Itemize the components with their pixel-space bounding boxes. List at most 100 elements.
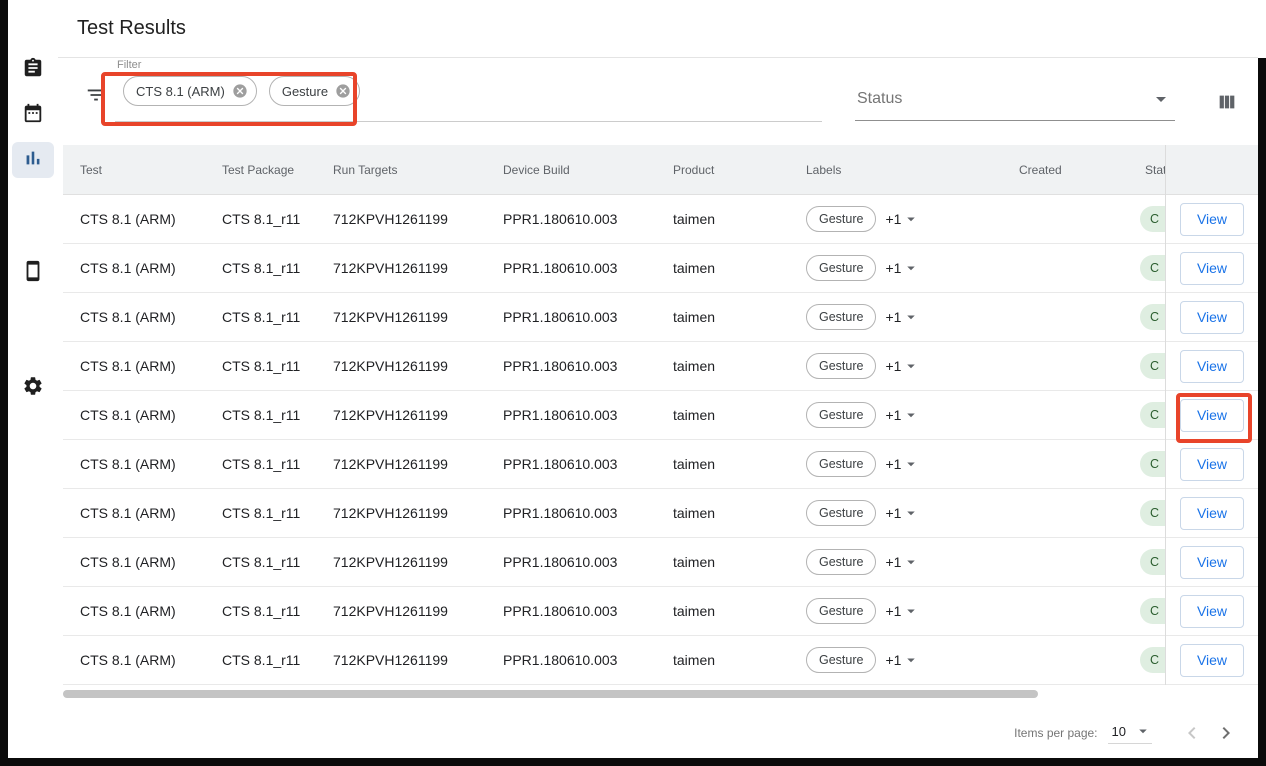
view-button[interactable]: View [1180, 301, 1244, 334]
assignment-icon [22, 57, 44, 84]
paginator: Items per page: 10 [58, 711, 1258, 755]
action-cell: View [1166, 195, 1258, 244]
table-header-row: TestTest PackageRun TargetsDevice BuildP… [63, 145, 1165, 195]
cell-status: C [1128, 195, 1165, 243]
column-header-test-package[interactable]: Test Package [205, 145, 316, 194]
cell-test: CTS 8.1 (ARM) [63, 293, 205, 341]
view-button[interactable]: View [1180, 497, 1244, 530]
cell-test: CTS 8.1 (ARM) [63, 538, 205, 586]
status-chip: C [1140, 451, 1165, 477]
action-cell: View [1166, 244, 1258, 293]
cell-product: taimen [656, 244, 789, 292]
view-columns-icon[interactable] [1216, 91, 1238, 113]
view-button[interactable]: View [1180, 350, 1244, 383]
sidebar-item-devices[interactable] [12, 255, 54, 291]
column-header-status[interactable]: Status [1128, 145, 1165, 194]
cell-product: taimen [656, 391, 789, 439]
labels-more-dropdown[interactable]: +1 [885, 210, 920, 228]
chip-remove-icon[interactable] [335, 83, 351, 99]
cell-test-package: CTS 8.1_r11 [205, 391, 316, 439]
page-header: Test Results [58, 0, 1258, 58]
view-button[interactable]: View [1180, 595, 1244, 628]
next-page-button[interactable] [1214, 721, 1238, 745]
cell-product: taimen [656, 538, 789, 586]
sidebar-item-schedule[interactable] [12, 97, 54, 133]
cell-created [1002, 587, 1128, 635]
column-header-test[interactable]: Test [63, 145, 205, 194]
labels-more-count: +1 [885, 407, 901, 423]
label-chip: Gesture [806, 402, 876, 428]
calendar-icon [22, 102, 44, 129]
view-button[interactable]: View [1180, 644, 1244, 677]
action-cell: View [1166, 391, 1258, 440]
previous-page-button[interactable] [1180, 721, 1204, 745]
column-header-labels[interactable]: Labels [789, 145, 1002, 194]
filter-icon[interactable] [85, 84, 107, 106]
sidebar-item-test-results[interactable] [12, 142, 54, 178]
cell-created [1002, 489, 1128, 537]
cell-status: C [1128, 587, 1165, 635]
dropdown-arrow-icon [902, 210, 920, 228]
bar-chart-icon [22, 147, 44, 174]
status-chip: C [1140, 304, 1165, 330]
cell-test-package: CTS 8.1_r11 [205, 244, 316, 292]
column-header-device-build[interactable]: Device Build [486, 145, 656, 194]
horizontal-scrollbar-thumb[interactable] [63, 690, 1038, 698]
label-chip: Gesture [806, 451, 876, 477]
smartphone-icon [22, 260, 44, 287]
sidebar [8, 0, 58, 758]
column-header-product[interactable]: Product [656, 145, 789, 194]
cell-run-targets: 712KPVH1261199 [316, 440, 486, 488]
view-button[interactable]: View [1180, 252, 1244, 285]
cell-test: CTS 8.1 (ARM) [63, 195, 205, 243]
filter-chip-label: CTS 8.1 (ARM) [136, 84, 225, 99]
cell-test: CTS 8.1 (ARM) [63, 342, 205, 390]
cell-product: taimen [656, 636, 789, 684]
labels-more-dropdown[interactable]: +1 [885, 357, 920, 375]
sidebar-item-test-plans[interactable] [12, 52, 54, 88]
cell-status: C [1128, 538, 1165, 586]
labels-more-dropdown[interactable]: +1 [885, 308, 920, 326]
labels-more-dropdown[interactable]: +1 [885, 651, 920, 669]
cell-created [1002, 195, 1128, 243]
dropdown-arrow-icon [902, 651, 920, 669]
labels-more-dropdown[interactable]: +1 [885, 455, 920, 473]
labels-more-dropdown[interactable]: +1 [885, 553, 920, 571]
chip-remove-icon[interactable] [232, 83, 248, 99]
filter-chip[interactable]: Gesture [269, 76, 360, 106]
action-cell: View [1166, 342, 1258, 391]
dropdown-arrow-icon [902, 602, 920, 620]
action-cell: View [1166, 538, 1258, 587]
column-header-created[interactable]: Created [1002, 145, 1128, 194]
status-chip: C [1140, 255, 1165, 281]
table-row: CTS 8.1 (ARM) CTS 8.1_r11 712KPVH1261199… [63, 538, 1165, 587]
view-button[interactable]: View [1180, 448, 1244, 481]
filter-chip[interactable]: CTS 8.1 (ARM) [123, 76, 257, 106]
action-cell: View [1166, 293, 1258, 342]
label-chip: Gesture [806, 500, 876, 526]
items-per-page-label: Items per page: [1014, 726, 1097, 740]
labels-more-dropdown[interactable]: +1 [885, 504, 920, 522]
view-button[interactable]: View [1180, 399, 1244, 432]
cell-run-targets: 712KPVH1261199 [316, 489, 486, 537]
labels-more-dropdown[interactable]: +1 [885, 406, 920, 424]
cell-run-targets: 712KPVH1261199 [316, 293, 486, 341]
items-per-page-select[interactable]: 10 [1108, 722, 1152, 744]
labels-more-count: +1 [885, 260, 901, 276]
filter-field-label: Filter [115, 59, 822, 71]
sidebar-item-settings[interactable] [12, 370, 54, 406]
action-cell: View [1166, 587, 1258, 636]
column-header-run-targets[interactable]: Run Targets [316, 145, 486, 194]
labels-more-count: +1 [885, 603, 901, 619]
label-chip: Gesture [806, 549, 876, 575]
filter-input[interactable]: Filter CTS 8.1 (ARM) Gesture [115, 59, 822, 122]
cell-device-build: PPR1.180610.003 [486, 244, 656, 292]
labels-more-dropdown[interactable]: +1 [885, 259, 920, 277]
cell-device-build: PPR1.180610.003 [486, 538, 656, 586]
labels-more-dropdown[interactable]: +1 [885, 602, 920, 620]
view-button[interactable]: View [1180, 546, 1244, 579]
status-select[interactable]: Status [855, 77, 1175, 121]
chevron-right-icon [1214, 721, 1238, 745]
cell-product: taimen [656, 440, 789, 488]
view-button[interactable]: View [1180, 203, 1244, 236]
